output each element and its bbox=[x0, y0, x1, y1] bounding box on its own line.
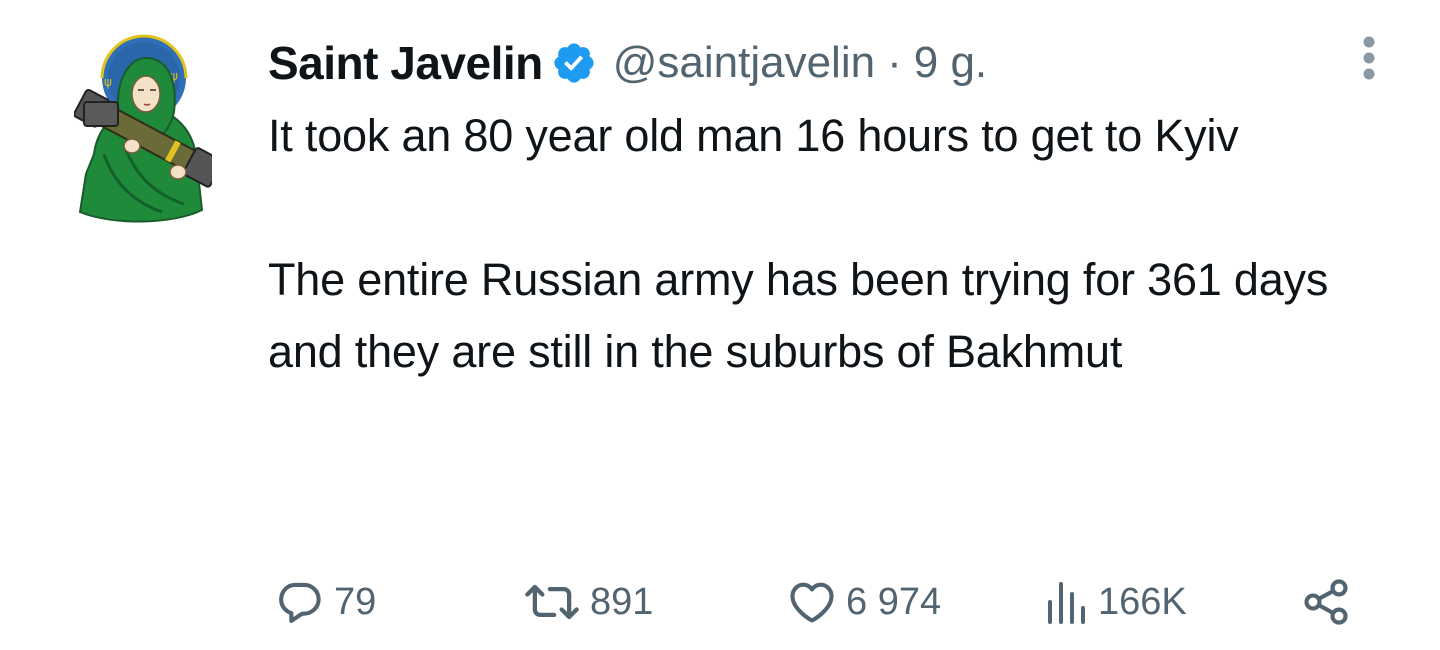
reply-button[interactable]: 79 bbox=[274, 572, 376, 632]
tweet-header: Saint Javelin @saintjavelin · 9 g. bbox=[268, 30, 987, 96]
timestamp[interactable]: 9 g. bbox=[914, 38, 987, 88]
views-button[interactable]: 166K bbox=[1042, 572, 1187, 632]
tweet-text: It took an 80 year old man 16 hours to g… bbox=[268, 100, 1398, 388]
retweet-button[interactable]: 891 bbox=[522, 572, 653, 632]
reply-count: 79 bbox=[334, 580, 377, 623]
more-options-icon[interactable] bbox=[1352, 34, 1386, 86]
retweet-count: 891 bbox=[590, 580, 654, 623]
heart-icon bbox=[790, 582, 834, 623]
separator-dot: · bbox=[887, 38, 902, 87]
tweet-text-paragraph-1: It took an 80 year old man 16 hours to g… bbox=[268, 110, 1239, 161]
tweet-actions: 79 891 6 974 166K bbox=[270, 572, 1370, 632]
share-icon bbox=[1304, 579, 1348, 625]
view-count: 166K bbox=[1098, 580, 1187, 623]
retweet-icon bbox=[525, 584, 579, 620]
handle[interactable]: @saintjavelin bbox=[613, 38, 875, 88]
display-name[interactable]: Saint Javelin bbox=[268, 36, 543, 90]
saint-javelin-avatar-image: ψ ψ bbox=[73, 34, 224, 223]
avatar[interactable]: ψ ψ bbox=[73, 34, 224, 226]
reply-icon bbox=[279, 582, 321, 623]
tweet-text-paragraph-2: The entire Russian army has been trying … bbox=[268, 254, 1329, 377]
share-button[interactable] bbox=[1300, 572, 1352, 632]
svg-text:ψ: ψ bbox=[104, 75, 112, 89]
verified-badge-icon bbox=[551, 40, 597, 86]
views-icon bbox=[1048, 582, 1085, 624]
like-count: 6 974 bbox=[846, 580, 942, 623]
tweet[interactable]: ψ ψ Saint Javelin @saintjavelin · 9 g. I… bbox=[0, 0, 1440, 650]
like-button[interactable]: 6 974 bbox=[786, 572, 941, 632]
